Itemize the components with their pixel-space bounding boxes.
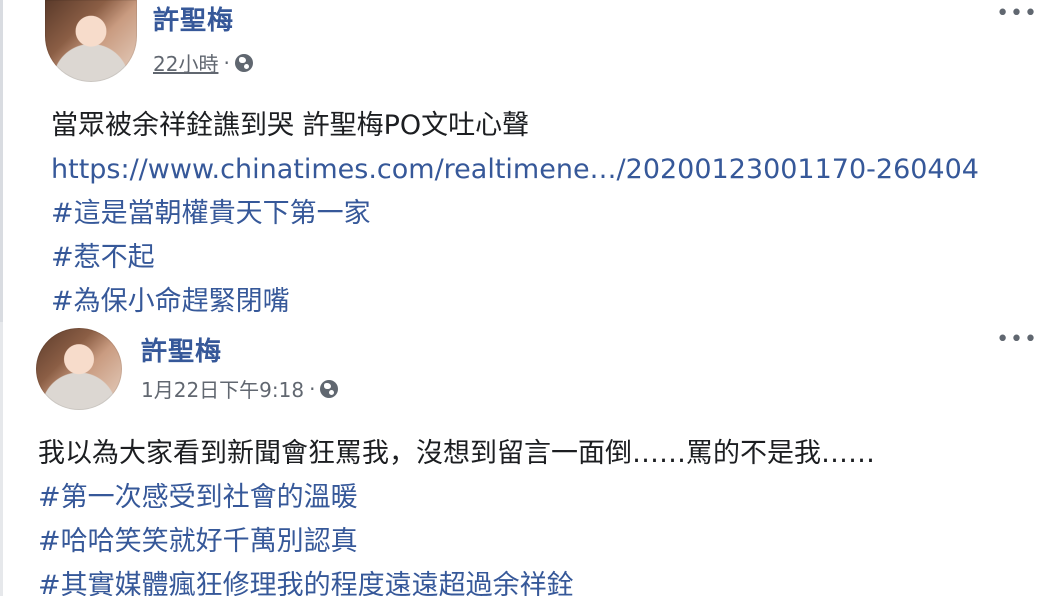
timestamp-link[interactable]: 22小時 (153, 48, 218, 77)
author-name[interactable]: 許聖梅 (141, 331, 222, 368)
post-meta: 22小時 · (153, 48, 253, 77)
divider (0, 322, 3, 596)
hashtag-link[interactable]: #為保小命趕緊閉嘴 (51, 280, 979, 322)
hashtag-link[interactable]: #第一次感受到社會的溫暖 (38, 476, 875, 520)
meta-separator: · (309, 376, 316, 401)
post-text-line: 我以為大家看到新聞會狂罵我，沒想到留言一面倒……罵的不是我…… (38, 438, 875, 469)
post-body: 我以為大家看到新聞會狂罵我，沒想到留言一面倒……罵的不是我…… #第一次感受到社… (38, 432, 875, 596)
globe-icon[interactable] (234, 53, 253, 72)
post-card-2: 許聖梅 1月22日下午9:18 · ••• 我以為大家看到新聞會狂罵我，沒想到留… (0, 322, 1060, 596)
hashtag-link[interactable]: #這是當朝權貴天下第一家 (51, 192, 979, 236)
author-name[interactable]: 許聖梅 (153, 0, 234, 37)
hashtag-link[interactable]: #其實媒體瘋狂修理我的程度遠遠超過余祥銓 (38, 564, 875, 596)
post-text-line: 當眾被余祥銓譙到哭 許聖梅PO文吐心聲 (51, 110, 530, 141)
hashtag-link[interactable]: #惹不起 (51, 236, 979, 280)
globe-icon[interactable] (320, 379, 339, 398)
post-body: 當眾被余祥銓譙到哭 許聖梅PO文吐心聲 https://www.chinatim… (51, 104, 979, 322)
more-options-icon[interactable]: ••• (996, 3, 1038, 25)
avatar[interactable] (36, 328, 122, 410)
meta-separator: · (223, 50, 230, 75)
more-options-icon[interactable]: ••• (996, 329, 1038, 351)
hashtag-link[interactable]: #哈哈笑笑就好千萬別認真 (38, 520, 875, 564)
avatar[interactable] (45, 0, 137, 82)
timestamp-link[interactable]: 1月22日下午9:18 (141, 374, 304, 403)
post-card-1: 許聖梅 22小時 · ••• 當眾被余祥銓譙到哭 許聖梅PO文吐心聲 https… (0, 0, 1060, 322)
article-link[interactable]: https://www.chinatimes.com/realtimene…/2… (51, 148, 979, 192)
post-meta: 1月22日下午9:18 · (141, 374, 339, 403)
